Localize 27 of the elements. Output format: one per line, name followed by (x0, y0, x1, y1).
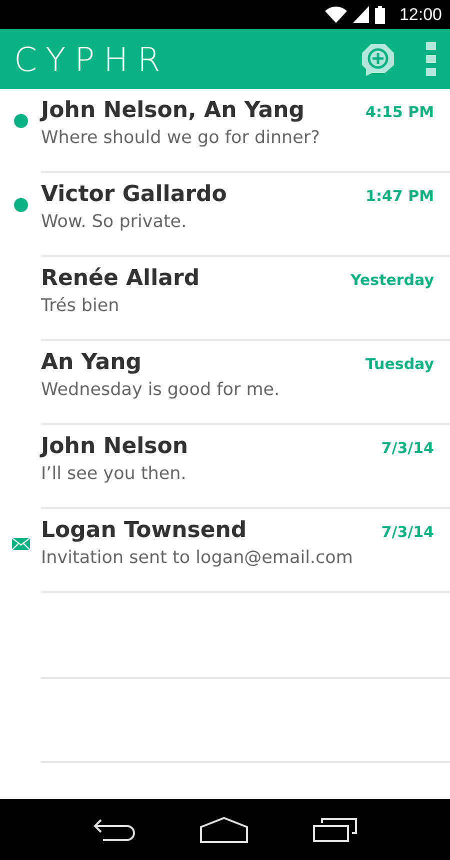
recent-apps-button[interactable] (313, 818, 358, 842)
message-preview: Wow. So private. (41, 212, 188, 232)
contact-name: John Nelson (41, 434, 190, 459)
back-button[interactable] (92, 818, 135, 842)
message-time: 4:15 PM (366, 103, 434, 121)
home-button[interactable] (200, 816, 248, 842)
clock-time: 12:00 (399, 4, 442, 24)
contact-name: John Nelson, An Yang (41, 98, 306, 123)
message-preview: Where should we go for dinner? (41, 128, 321, 148)
message-time: Tuesday (365, 355, 434, 373)
signal-icon (353, 6, 370, 23)
message-time: 7/3/14 (381, 523, 434, 541)
contact-name: An Yang (41, 350, 143, 375)
message-time: Yesterday (350, 271, 434, 289)
contact-name: Renée Allard (41, 266, 201, 291)
message-time: 7/3/14 (381, 439, 434, 457)
contact-name: Victor Gallardo (41, 182, 228, 207)
message-preview: I’ll see you then. (41, 464, 188, 484)
message-preview: Wednesday is good for me. (41, 380, 281, 400)
message-preview: Trés bien (41, 296, 120, 316)
message-time: 1:47 PM (366, 187, 434, 205)
envelope-icon (12, 538, 30, 550)
app-title: CYPHR (14, 40, 170, 78)
message-preview: Invitation sent to logan@email.com (41, 548, 354, 568)
contact-name: Logan Townsend (41, 518, 248, 543)
wifi-icon (325, 6, 348, 23)
battery-icon (375, 6, 386, 24)
